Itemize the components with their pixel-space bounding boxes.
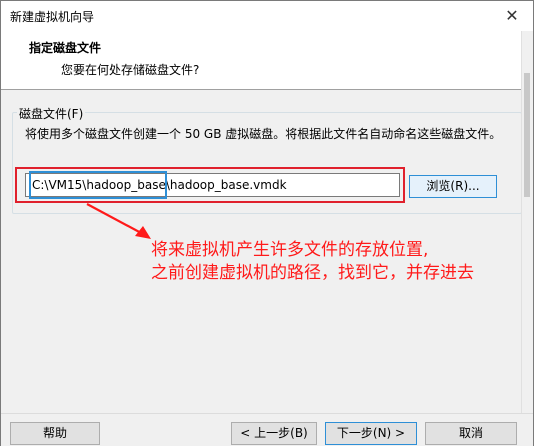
wizard-content: 磁盘文件(F) 将使用多个磁盘文件创建一个 50 GB 虚拟磁盘。将根据此文件名… — [1, 90, 522, 413]
next-button[interactable]: 下一步(N) > — [325, 422, 417, 445]
wizard-header: 指定磁盘文件 您要在何处存储磁盘文件? — [1, 31, 522, 89]
close-icon[interactable]: ✕ — [501, 5, 523, 27]
disk-file-group-label: 磁盘文件(F) — [17, 105, 86, 122]
cancel-button[interactable]: 取消 — [425, 422, 517, 445]
wizard-footer: 帮助 < 上一步(B) 下一步(N) > 取消 — [1, 413, 533, 446]
page-subtitle: 您要在何处存储磁盘文件? — [61, 63, 200, 77]
scrollbar-thumb[interactable] — [524, 73, 530, 197]
wizard-window: 新建虚拟机向导 ✕ 指定磁盘文件 您要在何处存储磁盘文件? 磁盘文件(F) 将使… — [0, 0, 534, 446]
annotation-arrow-icon — [86, 203, 151, 239]
annotation-line-1: 将来虚拟机产生许多文件的存放位置, — [151, 240, 429, 260]
help-button[interactable]: 帮助 — [10, 422, 100, 445]
annotation-line-2: 之前创建虚拟机的路径，找到它，并存进去 — [151, 263, 474, 283]
disk-file-description: 将使用多个磁盘文件创建一个 50 GB 虚拟磁盘。将根据此文件名自动命名这些磁盘… — [25, 127, 502, 141]
disk-file-path-input[interactable]: C:\VM15\hadoop_base\hadoop_base.vmdk — [25, 173, 400, 197]
vertical-scrollbar[interactable] — [521, 31, 533, 413]
back-button[interactable]: < 上一步(B) — [231, 422, 317, 445]
window-title: 新建虚拟机向导 — [10, 10, 95, 24]
title-bar: 新建虚拟机向导 ✕ — [1, 1, 533, 31]
annotation-text: 将来虚拟机产生许多文件的存放位置, 之前创建虚拟机的路径，找到它，并存进去 — [151, 239, 474, 285]
page-title: 指定磁盘文件 — [29, 41, 102, 55]
browse-button[interactable]: 浏览(R)... — [409, 175, 497, 198]
